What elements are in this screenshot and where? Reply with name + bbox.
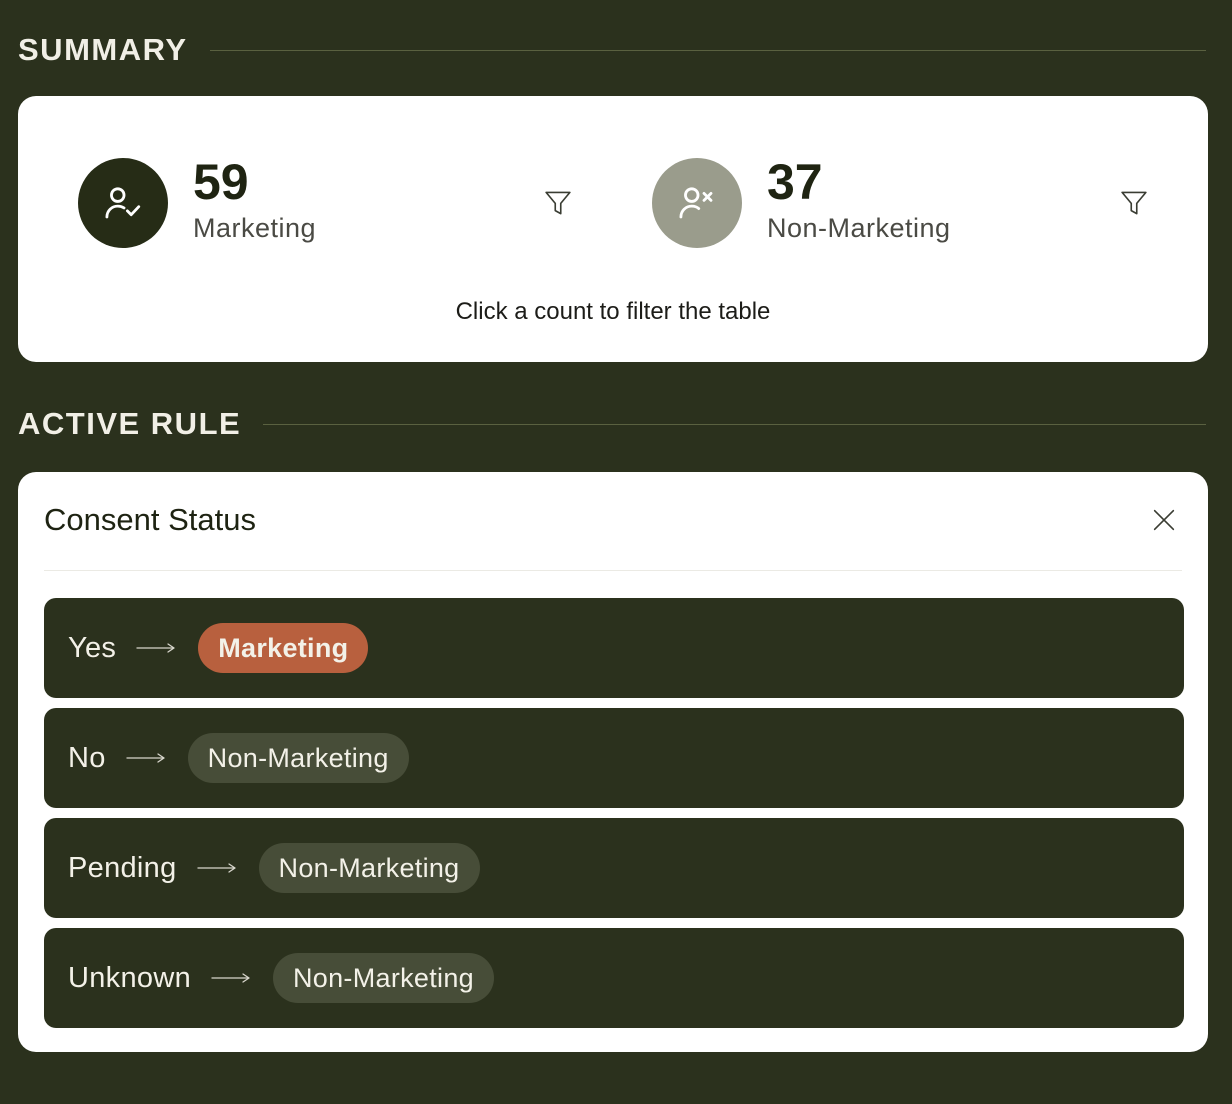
filter-icon <box>545 191 571 215</box>
summary-header-rule <box>209 49 1206 51</box>
marketing-avatar <box>78 158 168 248</box>
rule-divider <box>44 570 1182 571</box>
mapping-row-no[interactable]: No Non-Marketing <box>44 708 1184 808</box>
mapping-value-pill[interactable]: Non-Marketing <box>258 843 480 893</box>
mapping-row-unknown[interactable]: Unknown Non-Marketing <box>44 928 1184 1028</box>
summary-card: 59 Marketing 37 Non-Marketing Click a co… <box>18 96 1208 362</box>
mapping-key: No <box>68 741 106 774</box>
active-rule-section-header: ACTIVE RULE <box>18 406 1206 442</box>
summary-heading: SUMMARY <box>18 32 188 67</box>
mapping-key: Unknown <box>68 961 191 994</box>
mapping-row-yes[interactable]: Yes Marketing <box>44 598 1184 698</box>
arrow-right-icon <box>136 641 176 655</box>
filter-icon <box>1121 191 1147 215</box>
arrow-right-icon <box>196 861 237 875</box>
active-rule-header-rule <box>263 423 1206 425</box>
mapping-key: Yes <box>68 631 117 664</box>
user-check-icon <box>105 187 141 219</box>
summary-section-header: SUMMARY <box>18 32 1206 68</box>
rule-title: Consent Status <box>44 502 256 537</box>
non-marketing-count[interactable]: 37 <box>767 157 951 207</box>
non-marketing-avatar <box>652 158 742 248</box>
user-x-icon <box>679 187 713 219</box>
close-icon <box>1153 509 1175 531</box>
mapping-value-pill[interactable]: Non-Marketing <box>273 953 494 1003</box>
non-marketing-filter-button[interactable] <box>1117 186 1151 220</box>
mapping-key: Pending <box>68 851 177 884</box>
active-rule-heading: ACTIVE RULE <box>18 406 242 441</box>
non-marketing-count-stat[interactable]: 37 Non-Marketing <box>652 157 951 248</box>
marketing-label: Marketing <box>193 212 317 243</box>
active-rule-card: Consent Status Yes Marketing No Non-Mark… <box>18 472 1208 1052</box>
mapping-list: Yes Marketing No Non-Marketing Pending N… <box>44 598 1184 1038</box>
close-rule-button[interactable] <box>1148 504 1180 536</box>
mapping-value-pill[interactable]: Marketing <box>198 623 369 673</box>
mapping-row-pending[interactable]: Pending Non-Marketing <box>44 818 1184 918</box>
arrow-right-icon <box>126 751 166 765</box>
marketing-count-stat[interactable]: 59 Marketing <box>78 157 317 248</box>
marketing-filter-button[interactable] <box>541 186 575 220</box>
non-marketing-label: Non-Marketing <box>767 212 951 243</box>
arrow-right-icon <box>211 971 251 985</box>
filter-hint: Click a count to filter the table <box>455 298 771 325</box>
mapping-value-pill[interactable]: Non-Marketing <box>187 733 409 783</box>
marketing-count[interactable]: 59 <box>193 157 316 207</box>
